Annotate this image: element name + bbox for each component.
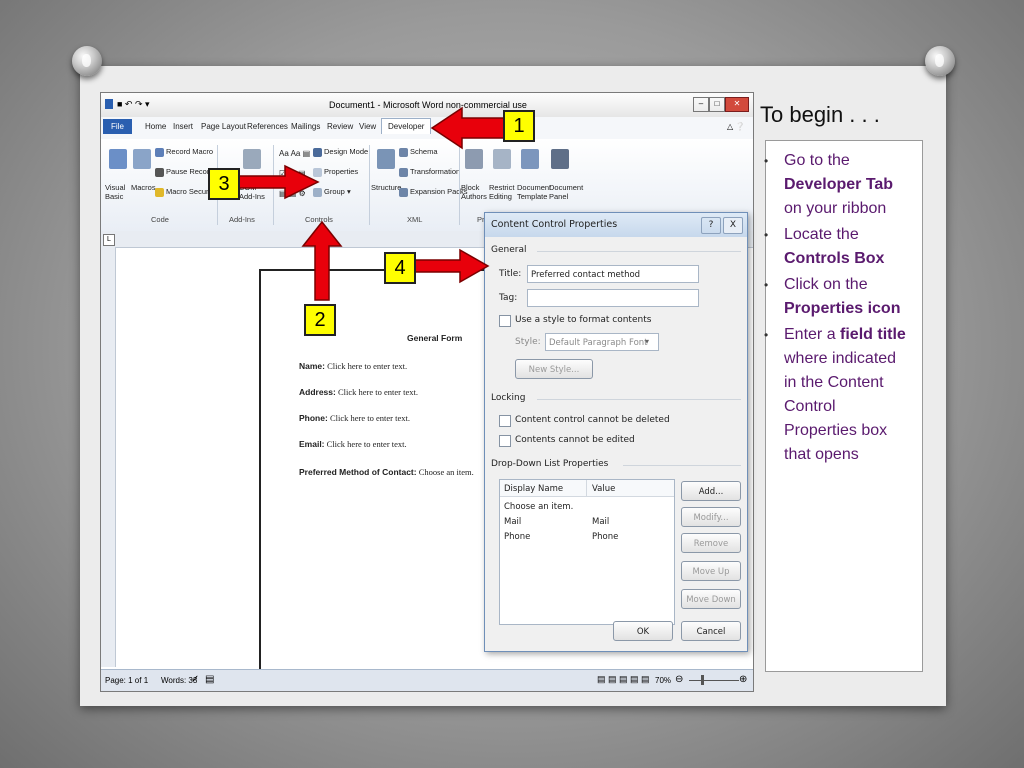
step-text: on your ribbon [784, 200, 887, 217]
bullet-icon: • [764, 228, 769, 242]
bullet-icon: • [764, 154, 769, 168]
arrow-4 [411, 248, 490, 284]
step-text: Click on the [784, 276, 868, 293]
arrow-2 [301, 220, 343, 301]
callout-3: 3 [208, 168, 240, 200]
step-bold: Controls Box [784, 250, 885, 267]
bullet-icon: • [764, 278, 769, 292]
list-item: • Enter a field title where indicated in … [764, 323, 912, 467]
arrow-3 [237, 164, 320, 200]
arrow-1 [430, 106, 506, 150]
instructions-panel: • Go to the Developer Tab on your ribbon … [764, 140, 923, 672]
step-text: Go to the [784, 152, 850, 169]
callout-2: 2 [304, 304, 336, 336]
bullet-icon: • [764, 328, 769, 342]
list-item: • Locate the Controls Box [764, 223, 912, 271]
panel-heading: To begin . . . [760, 102, 880, 127]
step-text: Enter a [784, 326, 841, 343]
steps-list: • Go to the Developer Tab on your ribbon … [764, 149, 912, 469]
step-bold: Properties icon [784, 300, 901, 317]
step-text: Locate the [784, 226, 859, 243]
step-bold: field title [840, 326, 906, 343]
list-item: • Go to the Developer Tab on your ribbon [764, 149, 912, 221]
callout-1: 1 [503, 110, 535, 142]
callout-4: 4 [384, 252, 416, 284]
step-bold: Developer Tab [784, 176, 894, 193]
list-item: • Click on the Properties icon [764, 273, 912, 321]
step-text: where indicated in the Content Control P… [784, 350, 897, 463]
